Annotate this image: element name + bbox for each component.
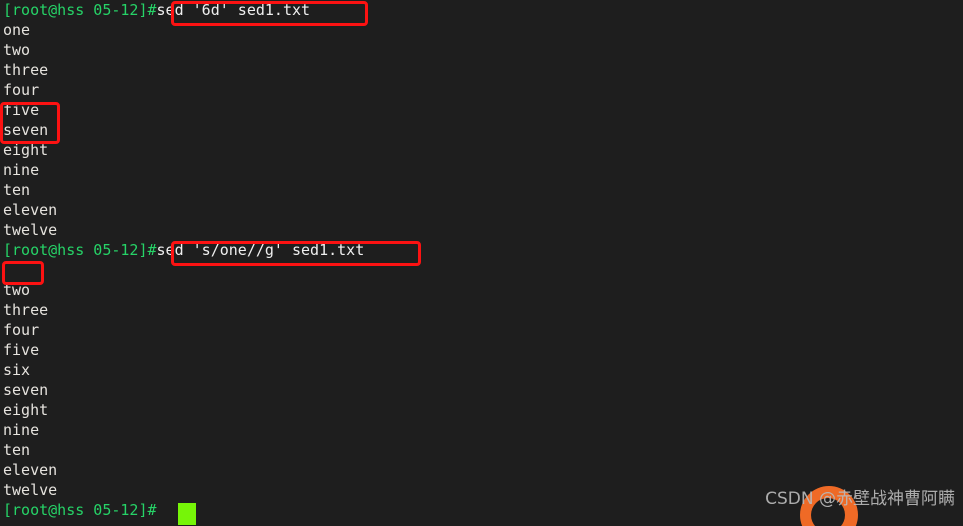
output-line: four [3,81,40,99]
output-line: two [3,281,31,299]
output-line-blank-highlighted [3,260,959,280]
terminal-line-command: [root@hss 05-12]#sed 's/one//g' sed1.txt [3,240,959,260]
output-line: two [3,41,31,59]
output-line: nine [3,161,40,179]
output-line: seven [3,381,49,399]
terminal-line-command: [root@hss 05-12]#sed '6d' sed1.txt [3,0,959,20]
output-line: ten [3,441,31,459]
terminal-screen[interactable]: [root@hss 05-12]#sed '6d' sed1.txt one t… [0,0,963,526]
shell-prompt: [root@hss 05-12]# [3,241,157,259]
terminal-output-area[interactable]: [root@hss 05-12]#sed '6d' sed1.txt one t… [3,0,959,520]
output-line: eight [3,141,49,159]
output-line: three [3,301,49,319]
shell-prompt: [root@hss 05-12]# [3,501,157,519]
output-line: five [3,341,40,359]
command-text-sed-substitute: sed 's/one//g' sed1.txt [156,241,365,259]
output-line: six [3,361,31,379]
csdn-watermark: CSDN @赤壁战神曹阿瞒 [765,489,955,509]
terminal-cursor [178,503,196,525]
output-line: three [3,61,49,79]
output-line-highlighted: five [3,101,40,119]
output-line: twelve [3,221,58,239]
output-line: eleven [3,201,58,219]
output-line: eight [3,401,49,419]
output-line: nine [3,421,40,439]
command-text-sed-delete: sed '6d' sed1.txt [156,1,311,19]
output-line: eleven [3,461,58,479]
output-line: ten [3,181,31,199]
output-line: one [3,21,31,39]
output-line-highlighted: seven [3,121,49,139]
output-line: four [3,321,40,339]
shell-prompt: [root@hss 05-12]# [3,1,157,19]
